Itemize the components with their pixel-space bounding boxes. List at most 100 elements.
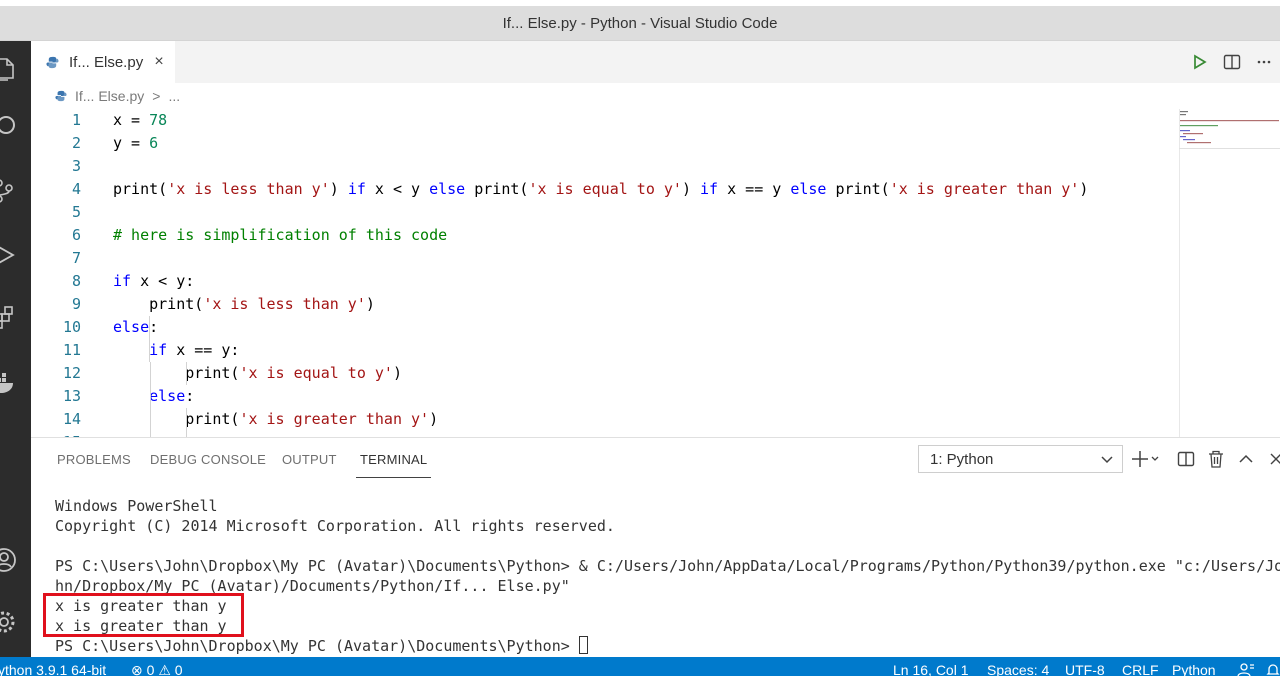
new-terminal-icon[interactable] <box>1131 449 1161 469</box>
tab-terminal[interactable]: TERMINAL <box>355 452 432 478</box>
maximize-panel-icon[interactable] <box>1231 454 1261 464</box>
code-token: 78 <box>149 111 168 129</box>
search-icon[interactable] <box>0 114 17 140</box>
notifications-icon[interactable] <box>1266 663 1280 677</box>
code-line: 3 <box>31 155 1280 178</box>
code-token: : <box>149 318 159 336</box>
terminal-prompt: PS C:\Users\John\Dropbox\My PC (Avatar)\… <box>55 637 579 655</box>
close-tab-icon[interactable]: × <box>151 53 167 71</box>
code-token: ) <box>329 180 348 198</box>
code-token: 6 <box>149 134 159 152</box>
line-number: 10 <box>62 318 81 336</box>
code-token: print( <box>113 364 240 382</box>
split-editor-icon[interactable] <box>1222 52 1242 72</box>
line-number: 2 <box>71 134 81 152</box>
tab-debug-console[interactable]: DEBUG CONSOLE <box>150 452 266 467</box>
code-text: # here is simplification of this code <box>113 224 447 247</box>
code-editor[interactable]: 1x = 78 2 y = 6 3 4 print('x is less than y')… <box>31 109 1280 437</box>
code-token: x < y: <box>131 272 195 290</box>
code-text: print('x is greater than y') <box>113 408 438 431</box>
breadcrumb-more[interactable]: ... <box>168 88 180 104</box>
code-line: 7 <box>31 247 1280 270</box>
line-number: 7 <box>71 249 81 267</box>
code-token: if <box>113 272 132 290</box>
tab-output[interactable]: OUTPUT <box>282 452 337 467</box>
code-token: print( <box>113 295 204 313</box>
code-text: print('x is equal to y') <box>113 362 402 385</box>
split-terminal-icon[interactable] <box>1171 450 1201 468</box>
code-token: else <box>149 387 186 405</box>
files-icon[interactable] <box>0 55 17 81</box>
code-token: print( <box>826 180 890 198</box>
code-line: 1 x = 78 <box>31 109 1280 132</box>
terminal-cursor <box>578 636 588 654</box>
panel-actions <box>1131 446 1280 472</box>
source-control-icon[interactable] <box>0 178 17 204</box>
code-token: x == y <box>718 180 791 198</box>
code-token: 'x is less than y' <box>167 180 330 198</box>
close-panel-icon[interactable] <box>1261 453 1280 465</box>
code-token: 'x is equal to y' <box>528 180 682 198</box>
code-line: 12 print('x is equal to y') <box>31 362 1280 385</box>
code-line: 14 print('x is greater than y') <box>31 408 1280 431</box>
line-number: 11 <box>62 341 81 359</box>
run-python-file-icon[interactable] <box>1190 52 1210 72</box>
tab-problems[interactable]: PROBLEMS <box>57 452 131 467</box>
indent-guide <box>186 362 187 385</box>
kill-terminal-icon[interactable] <box>1201 450 1231 468</box>
editor-actions <box>1190 41 1280 83</box>
line-number: 9 <box>71 295 81 313</box>
line-number: 6 <box>71 226 81 244</box>
editor-tab[interactable]: If... Else.py × <box>31 41 175 83</box>
code-token: x == y: <box>167 341 240 359</box>
code-token: ) <box>429 410 439 428</box>
extensions-icon[interactable] <box>0 305 17 331</box>
breadcrumb-separator: > <box>152 88 161 104</box>
code-line: 5 <box>31 201 1280 224</box>
settings-gear-icon[interactable] <box>0 609 17 635</box>
terminal-line: PS C:\Users\John\Dropbox\My PC (Avatar)\… <box>55 557 1280 575</box>
docker-icon[interactable] <box>0 371 17 397</box>
python-file-icon <box>46 56 59 68</box>
code-text: print('x is less than y') <box>113 293 375 316</box>
indent-guide <box>186 408 187 437</box>
code-token: if <box>347 180 366 198</box>
code-token: else <box>790 180 827 198</box>
code-token: if <box>700 180 719 198</box>
terminal-select[interactable]: 1: Python <box>918 445 1123 473</box>
window-title: If... Else.py - Python - Visual Studio C… <box>502 14 778 32</box>
line-number: 5 <box>71 203 81 221</box>
indent-guide <box>150 362 151 437</box>
code-token: print( <box>113 410 240 428</box>
activity-bar <box>0 41 31 657</box>
code-token: : <box>185 387 195 405</box>
more-actions-icon[interactable] <box>1254 52 1274 72</box>
code-token: if <box>149 341 168 359</box>
code-token: 'x is greater than y' <box>889 180 1080 198</box>
line-number: 4 <box>71 180 81 198</box>
run-debug-icon[interactable] <box>0 242 17 268</box>
terminal-line: Windows PowerShell <box>55 497 218 515</box>
code-text: if x < y: <box>113 270 194 293</box>
code-token: print( <box>113 180 168 198</box>
account-icon[interactable] <box>0 547 17 573</box>
code-line: 13 else: <box>31 385 1280 408</box>
code-token: 'x is less than y' <box>203 295 366 313</box>
code-token: 'x is equal to y' <box>239 364 393 382</box>
code-line: 11 if x == y: <box>31 339 1280 362</box>
breadcrumb: If... Else.py > ... <box>31 83 1280 109</box>
terminal-select-value: 1: Python <box>930 450 994 468</box>
panel-tabs: PROBLEMS DEBUG CONSOLE OUTPUT TERMINAL 1… <box>31 438 1280 482</box>
code-token: else <box>113 318 150 336</box>
code-line: 8 if x < y: <box>31 270 1280 293</box>
code-token: x < y <box>365 180 430 198</box>
python-file-icon <box>55 90 67 102</box>
breadcrumb-file[interactable]: If... Else.py <box>75 88 144 104</box>
tab-label: If... Else.py <box>69 53 144 71</box>
terminal-line: Copyright (C) 2014 Microsoft Corporation… <box>55 517 615 535</box>
window-bottom-edge <box>0 676 1280 686</box>
indent-guide <box>149 316 150 362</box>
code-line: 10 else: <box>31 316 1280 339</box>
